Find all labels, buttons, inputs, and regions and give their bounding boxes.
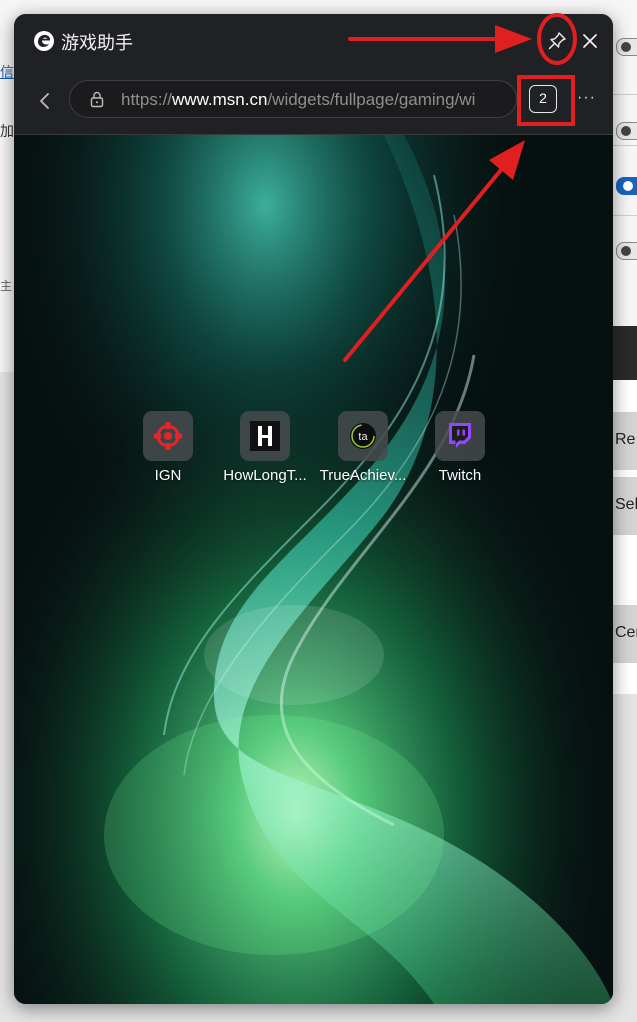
- title-bar[interactable]: 游戏助手: [14, 14, 613, 68]
- background-toggle[interactable]: [616, 242, 637, 260]
- edge-logo-icon: [34, 31, 54, 51]
- address-bar: https://www.msn.cn/widgets/fullpage/gami…: [14, 68, 613, 135]
- game-assistant-window: 游戏助手 https://www.msn.cn/widgets/fullpage…: [14, 14, 613, 1004]
- howlongtobeat-icon: [250, 421, 280, 451]
- background-text-fragment: 加: [0, 123, 14, 139]
- shortcut-label: TrueAchiev...: [319, 467, 407, 484]
- url-scheme: https://: [121, 90, 173, 109]
- background-toggle[interactable]: [616, 38, 637, 56]
- background-link-fragment[interactable]: 信: [0, 62, 14, 82]
- url-path: /widgets/fullpage/gaming/wi: [267, 90, 476, 109]
- tab-count-button[interactable]: 2: [529, 85, 557, 113]
- url-field[interactable]: https://www.msn.cn/widgets/fullpage/gami…: [69, 80, 517, 118]
- window-title: 游戏助手: [61, 33, 133, 53]
- url-text: https://www.msn.cn/widgets/fullpage/gami…: [121, 90, 506, 110]
- wallpaper-image: [14, 135, 613, 1004]
- background-toggle-on[interactable]: [616, 177, 637, 195]
- shortcut-tile: [435, 411, 485, 461]
- more-options-button[interactable]: ···: [577, 89, 596, 107]
- shortcut-label: IGN: [154, 467, 182, 484]
- lock-icon: [90, 91, 104, 108]
- trueachievements-icon: ta: [350, 423, 376, 449]
- background-button-label: Re: [615, 431, 636, 448]
- new-tab-content: IGN HowLongT... ta TrueAchiev... Twitch: [14, 135, 613, 1004]
- shortcut-label: Twitch: [438, 467, 482, 484]
- shortcut-howlongtobeat[interactable]: HowLongT...: [217, 411, 313, 484]
- close-icon[interactable]: [577, 28, 603, 54]
- background-button-label: Cer: [615, 624, 637, 641]
- background-divider: [612, 215, 637, 216]
- background-button[interactable]: Sel: [612, 477, 637, 535]
- shortcut-tile: [143, 411, 193, 461]
- url-domain: www.msn.cn: [172, 90, 268, 109]
- background-divider: [612, 145, 637, 146]
- shortcut-twitch[interactable]: Twitch: [412, 411, 508, 484]
- svg-text:ta: ta: [358, 431, 368, 443]
- pin-icon[interactable]: [544, 28, 570, 54]
- ign-icon: [154, 422, 182, 450]
- background-toggle[interactable]: [616, 122, 637, 140]
- shortcut-ign[interactable]: IGN: [120, 411, 216, 484]
- background-button-label: Sel: [615, 496, 637, 513]
- shortcut-trueachievements[interactable]: ta TrueAchiev...: [315, 411, 411, 484]
- shortcut-tile: ta: [338, 411, 388, 461]
- background-text-fragment: 主: [0, 279, 13, 293]
- background-button[interactable]: Cer: [612, 605, 637, 663]
- shortcut-tile: [240, 411, 290, 461]
- background-divider: [612, 94, 637, 95]
- background-button[interactable]: Re: [612, 412, 637, 470]
- back-arrow-icon[interactable]: [34, 90, 56, 112]
- background-dark-header: [612, 326, 637, 380]
- shortcut-label: HowLongT...: [223, 467, 307, 484]
- twitch-icon: [449, 423, 471, 448]
